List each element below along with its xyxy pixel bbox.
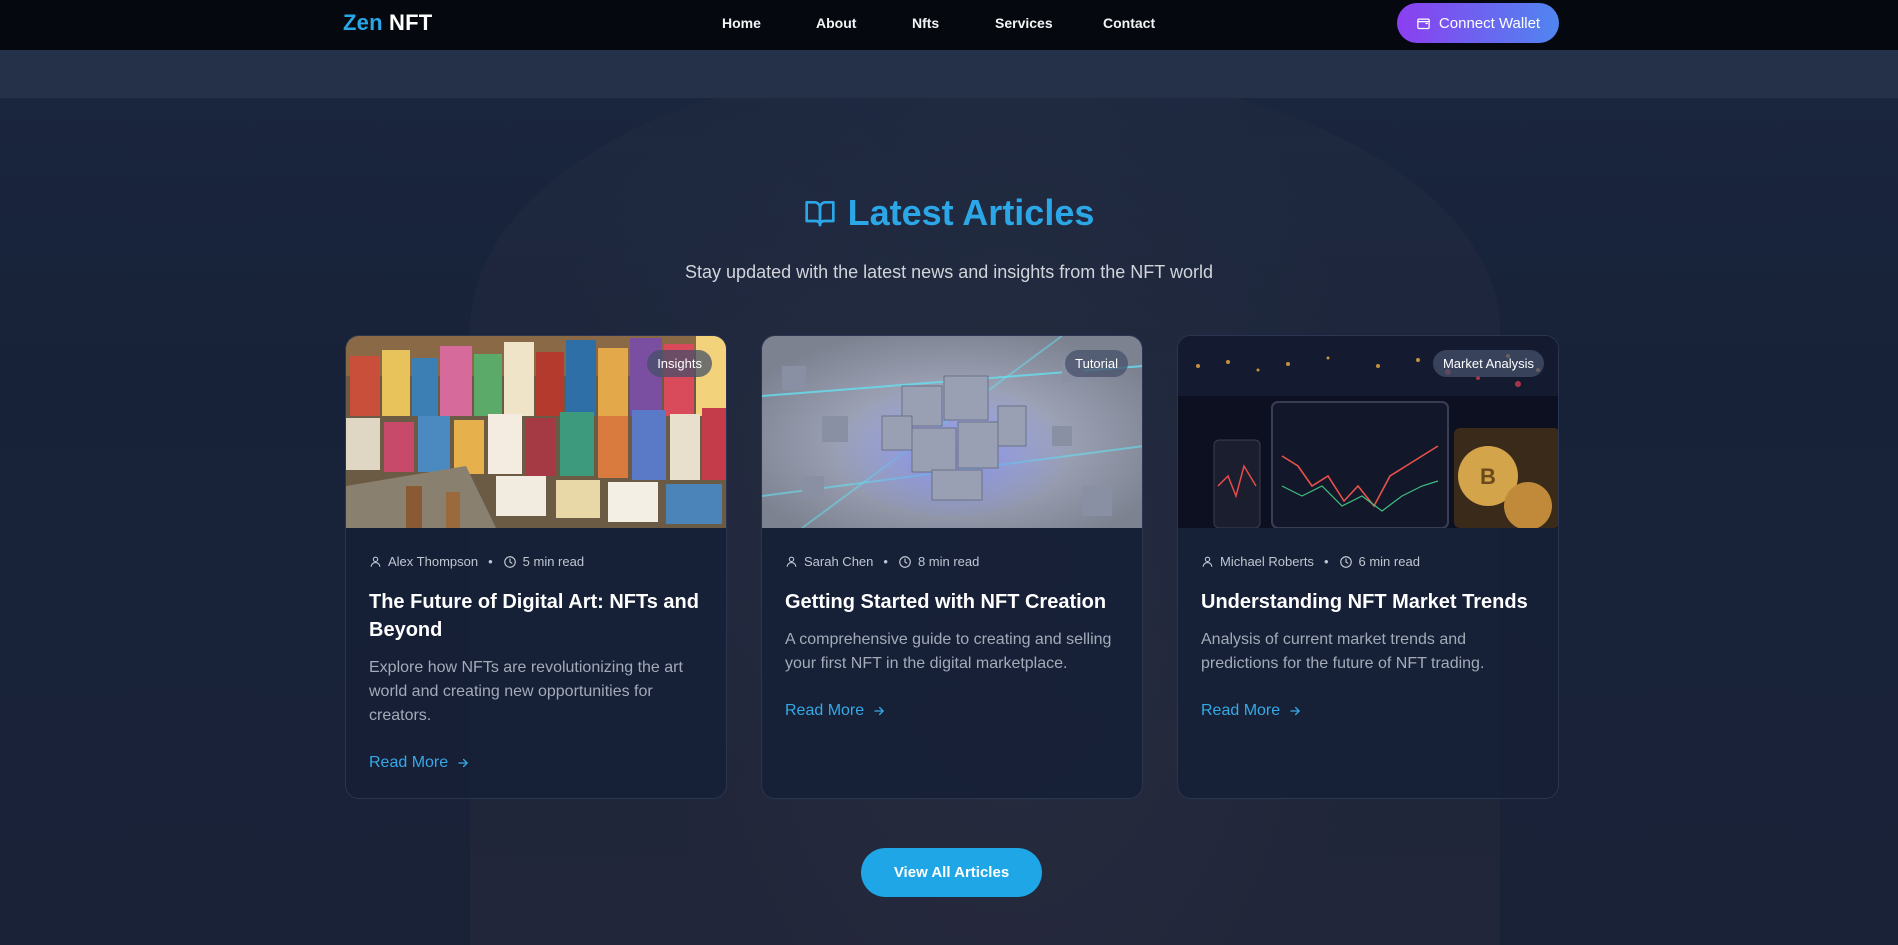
nav-link-about[interactable]: About — [816, 15, 856, 31]
meta-separator: • — [1323, 554, 1329, 569]
book-open-icon — [804, 201, 835, 227]
article-title[interactable]: The Future of Digital Art: NFTs and Beyo… — [369, 588, 709, 644]
read-more-label: Read More — [1201, 702, 1281, 719]
section-subtitle: Stay updated with the latest news and in… — [685, 262, 1213, 282]
user-icon — [786, 556, 797, 567]
category-badge: Market Analysis — [1432, 350, 1544, 377]
section-heading: Latest Articles — [0, 192, 1898, 234]
nav-link-services[interactable]: Services — [995, 15, 1053, 31]
article-read-time: 8 min read — [917, 554, 980, 569]
article-meta: Sarah Chen • 8 min read — [785, 554, 979, 569]
article-excerpt: Analysis of current market trends and pr… — [1201, 631, 1485, 672]
arrow-right-icon — [874, 706, 884, 716]
article-author: Michael Roberts — [1220, 554, 1314, 569]
section-title: Latest Articles — [847, 192, 1095, 233]
clock-icon — [899, 555, 911, 568]
article-title[interactable]: Understanding NFT Market Trends — [1201, 588, 1541, 616]
nav-link-home[interactable]: Home — [722, 15, 761, 31]
article-read-time: 6 min read — [1358, 554, 1420, 569]
article-card[interactable]: B Market Analysis Michael Roberts • 6 mi… — [1177, 335, 1559, 799]
category-badge: Insights — [647, 350, 712, 377]
article-author: Sarah Chen — [804, 554, 874, 569]
nav-link-contact[interactable]: Contact — [1103, 15, 1155, 31]
meta-separator: • — [883, 554, 888, 569]
clock-icon — [503, 555, 516, 568]
article-card[interactable]: Tutorial Sarah Chen • 8 min read Getting… — [761, 335, 1143, 799]
article-read-time: 5 min read — [522, 554, 585, 569]
article-author: Alex Thompson — [388, 554, 479, 569]
read-more-link[interactable]: Read More — [369, 754, 470, 772]
connect-wallet-label: Connect Wallet — [1438, 14, 1541, 32]
article-excerpt: A comprehensive guide to creating and se… — [785, 631, 1112, 672]
wallet-icon — [1417, 18, 1430, 29]
article-meta: Michael Roberts • 6 min read — [1201, 554, 1420, 569]
navbar: Zen NFT Home About Nfts Services Contact… — [0, 0, 1898, 50]
arrow-right-icon — [1290, 706, 1300, 716]
article-card[interactable]: Insights Alex Thompson • 5 min read The … — [345, 335, 727, 799]
clock-icon — [1339, 555, 1352, 568]
article-image: Insights — [346, 336, 726, 528]
user-icon — [370, 556, 381, 567]
arrow-right-icon — [458, 758, 468, 768]
read-more-link[interactable]: Read More — [785, 702, 886, 720]
svg-text:B: B — [1480, 464, 1496, 489]
user-icon — [1202, 556, 1213, 567]
category-badge: Tutorial — [1065, 350, 1128, 377]
article-meta: Alex Thompson • 5 min read — [369, 554, 584, 569]
header-strip — [0, 50, 1898, 98]
view-all-articles-button[interactable]: View All Articles — [861, 848, 1042, 897]
connect-wallet-button[interactable]: Connect Wallet — [1397, 3, 1559, 43]
logo-nft: NFT — [389, 10, 433, 35]
article-image: Tutorial — [762, 336, 1142, 528]
nav-link-nfts[interactable]: Nfts — [912, 15, 939, 31]
logo-zen: Zen — [343, 10, 383, 35]
logo[interactable]: Zen NFT — [343, 10, 432, 36]
meta-separator: • — [488, 554, 493, 569]
read-more-link[interactable]: Read More — [1201, 702, 1302, 720]
article-title[interactable]: Getting Started with NFT Creation — [785, 588, 1125, 616]
article-excerpt: Explore how NFTs are revolutionizing the… — [369, 659, 683, 724]
read-more-label: Read More — [785, 702, 865, 719]
read-more-label: Read More — [369, 754, 449, 771]
article-image: B Market Analysis — [1178, 336, 1558, 528]
